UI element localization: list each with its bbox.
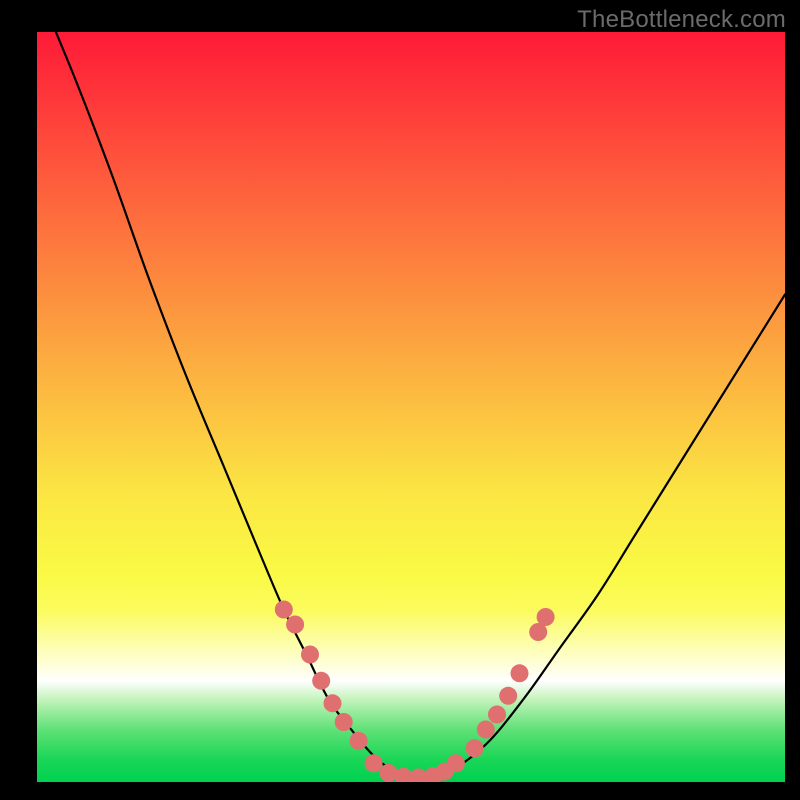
chart-frame: TheBottleneck.com (0, 0, 800, 800)
data-point (324, 694, 342, 712)
data-point (350, 732, 368, 750)
data-point (477, 721, 495, 739)
data-point (312, 672, 330, 690)
data-point (499, 687, 517, 705)
bottleneck-curve (37, 32, 785, 779)
data-dots (275, 601, 555, 783)
data-point (488, 706, 506, 724)
data-point (286, 616, 304, 634)
watermark-text: TheBottleneck.com (577, 6, 786, 34)
data-point (511, 664, 529, 682)
data-point (275, 601, 293, 619)
data-point (447, 754, 465, 772)
data-point (466, 739, 484, 757)
data-point (365, 754, 383, 772)
data-point (335, 713, 353, 731)
chart-svg (37, 32, 785, 782)
data-point (395, 768, 413, 782)
plot-area (37, 32, 785, 782)
data-point (301, 646, 319, 664)
data-point (537, 608, 555, 626)
